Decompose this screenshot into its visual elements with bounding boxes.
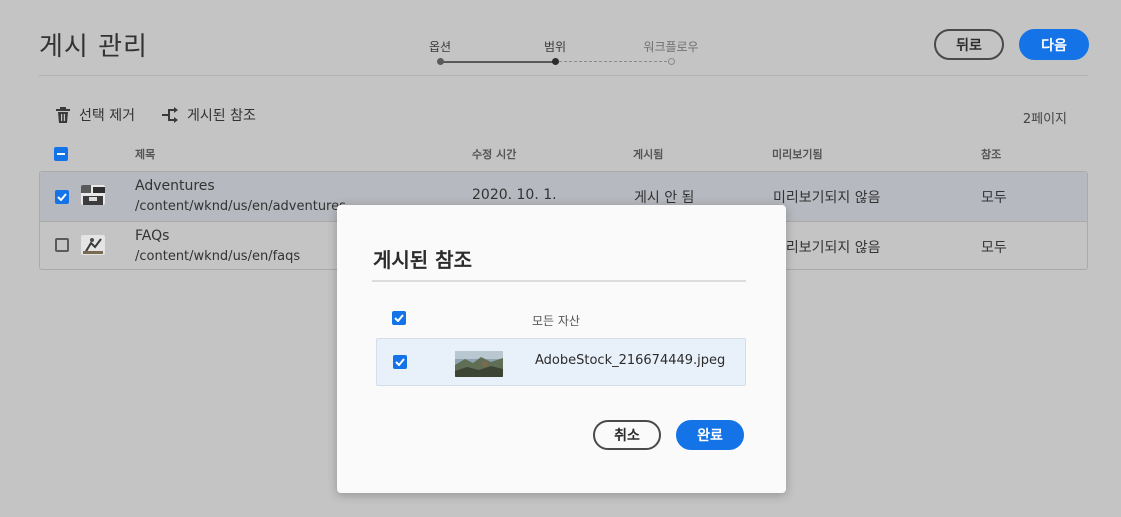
trash-icon — [55, 106, 71, 124]
row-path: /content/wknd/us/en/faqs — [135, 249, 301, 264]
column-header-references[interactable]: 참조 — [981, 146, 1001, 162]
asset-thumbnail — [455, 351, 503, 377]
step-options-dot — [436, 58, 444, 65]
step-workflow-label: 워크플로우 — [643, 40, 699, 54]
published-references-dialog: 게시된 참조 모든 자산 AdobeStock_216674449.jpeg 취… — [337, 205, 786, 493]
select-all-checkbox[interactable] — [54, 147, 68, 161]
next-button[interactable]: 다음 — [1019, 29, 1089, 60]
back-button[interactable]: 뒤로 — [934, 29, 1004, 60]
published-references-label: 게시된 참조 — [187, 108, 256, 124]
dialog-divider — [372, 280, 746, 282]
remove-selection-button[interactable]: 선택 제거 — [55, 105, 135, 125]
page-count: 2페이지 — [1022, 112, 1067, 127]
step-line-pending — [559, 61, 667, 62]
row-title[interactable]: Adventures — [135, 176, 215, 196]
asset-checkbox[interactable] — [393, 355, 407, 369]
checkmark-icon — [394, 314, 404, 322]
step-line-completed — [443, 60, 553, 63]
step-options-label: 옵션 — [428, 40, 452, 54]
row-previewed: 미리보기되지 않음 — [773, 240, 881, 256]
header-divider — [39, 75, 1088, 76]
dialog-title: 게시된 참조 — [373, 248, 472, 272]
done-button[interactable]: 완료 — [676, 420, 744, 450]
step-scope-dot — [551, 58, 559, 65]
column-header-previewed[interactable]: 미리보기됨 — [772, 146, 823, 162]
all-assets-label: 모든 자산 — [532, 314, 580, 328]
minus-icon — [57, 153, 65, 155]
column-header-published[interactable]: 게시됨 — [633, 146, 663, 162]
checkmark-icon — [57, 193, 67, 201]
wizard-stepper: 옵션 범위 워크플로우 — [425, 36, 715, 72]
step-workflow-dot — [667, 58, 675, 65]
checkmark-icon — [395, 358, 405, 366]
published-references-button[interactable]: 게시된 참조 — [162, 105, 256, 125]
page-thumbnail — [81, 235, 105, 255]
manage-publication-page: 게시 관리 옵션 범위 워크플로우 뒤로 다음 선택 제거 게시된 참조 2페이… — [0, 0, 1121, 517]
row-checkbox[interactable] — [55, 190, 69, 204]
step-scope-label: 범위 — [543, 40, 567, 54]
row-title[interactable]: FAQs — [135, 226, 169, 246]
row-checkbox[interactable] — [55, 238, 69, 252]
row-previewed: 미리보기되지 않음 — [773, 190, 881, 206]
references-icon — [162, 107, 179, 123]
remove-selection-label: 선택 제거 — [79, 108, 135, 124]
cancel-button[interactable]: 취소 — [593, 420, 661, 450]
page-title: 게시 관리 — [39, 32, 148, 62]
asset-filename: AdobeStock_216674449.jpeg — [535, 353, 726, 368]
row-references[interactable]: 모두 — [981, 237, 1007, 257]
row-path: /content/wknd/us/en/adventures — [135, 199, 346, 214]
column-header-modified[interactable]: 수정 시간 — [472, 146, 516, 162]
page-thumbnail — [81, 185, 105, 205]
row-references[interactable]: 모두 — [981, 187, 1007, 207]
row-published: 게시 안 됨 — [634, 190, 695, 206]
all-assets-checkbox[interactable] — [392, 311, 406, 325]
column-header-title[interactable]: 제목 — [135, 146, 155, 162]
row-modified: 2020. 10. 1. — [472, 187, 557, 203]
asset-row[interactable]: AdobeStock_216674449.jpeg — [376, 338, 746, 386]
